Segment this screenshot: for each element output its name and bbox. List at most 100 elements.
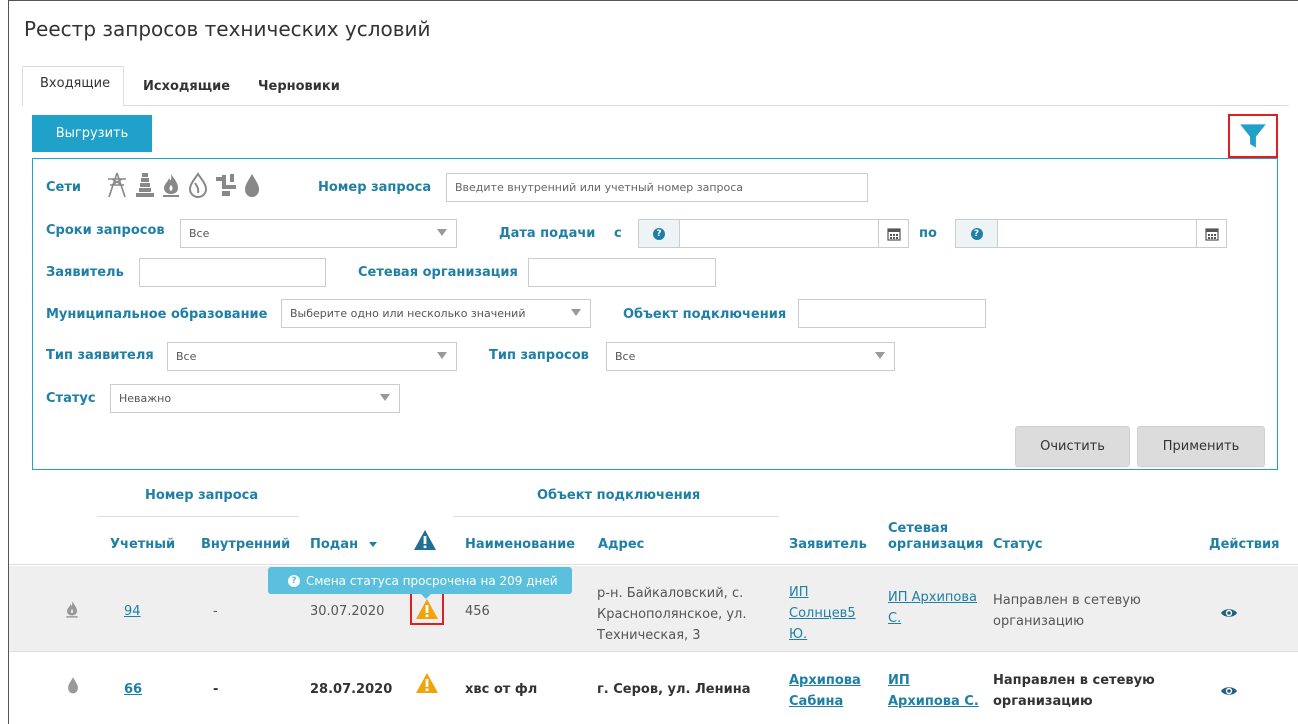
tab-incoming[interactable]: Входящие xyxy=(40,76,110,91)
applicant-type-value: Все xyxy=(176,350,197,363)
col-internal: Внутренний xyxy=(201,537,291,552)
col-address: Адрес xyxy=(598,537,645,552)
status-select[interactable]: Неважно xyxy=(110,384,400,413)
networks-label: Сети xyxy=(46,180,82,195)
help-icon: ? xyxy=(288,574,300,587)
network-org-link[interactable]: ИП Архипова С. xyxy=(888,587,977,629)
help-icon: ? xyxy=(970,227,983,240)
col-name: Наименование xyxy=(465,537,576,552)
header-divider xyxy=(453,516,779,517)
applicant-type-select[interactable]: Все xyxy=(167,342,457,371)
col-applicant: Заявитель xyxy=(789,537,867,552)
municipality-label: Муниципальное образование xyxy=(46,307,268,322)
request-internal: - xyxy=(213,604,218,619)
date-from-label: с xyxy=(614,226,622,241)
water-drop-icon[interactable] xyxy=(242,171,262,199)
object-input[interactable] xyxy=(798,299,986,328)
chevron-down-icon xyxy=(437,229,447,236)
col-network-org-line2: организация xyxy=(888,537,984,552)
gas-icon[interactable] xyxy=(160,171,182,199)
tab-drafts[interactable]: Черновики xyxy=(258,79,340,94)
date-to-input[interactable] xyxy=(997,219,1227,248)
col-submitted[interactable]: Подан xyxy=(310,537,377,552)
municipality-select[interactable]: Выберите одно или несколько значений xyxy=(281,299,591,328)
object-label: Объект подключения xyxy=(623,307,787,322)
request-submitted: 28.07.2020 xyxy=(310,682,393,697)
col-submitted-label: Подан xyxy=(310,537,359,552)
network-org-label: Сетевая организация xyxy=(358,265,518,280)
status-select-value: Неважно xyxy=(119,392,172,405)
water-supply-icon[interactable] xyxy=(186,171,210,199)
sewerage-icon[interactable] xyxy=(214,171,238,199)
chevron-down-icon xyxy=(437,352,447,359)
request-type-label: Тип запросов xyxy=(489,348,589,363)
object-address: р-н. Байкаловский, с. Краснополянское, у… xyxy=(597,586,747,643)
chevron-down-icon xyxy=(380,394,390,401)
object-name: хвс от фл xyxy=(465,682,538,697)
date-to-help[interactable]: ? xyxy=(955,219,998,248)
network-org-link[interactable]: ИП Архипова С. xyxy=(888,670,979,712)
deadlines-label: Сроки запросов xyxy=(46,223,165,238)
col-status: Статус xyxy=(993,537,1043,552)
request-number-input[interactable]: Введите внутренний или учетный номер зап… xyxy=(446,173,868,202)
filter-icon xyxy=(1240,124,1266,148)
applicant-type-label: Тип заявителя xyxy=(46,348,154,363)
header-group-request-number: Номер запроса xyxy=(145,488,259,503)
chevron-down-icon xyxy=(571,309,581,316)
col-actions: Действия xyxy=(1209,537,1280,552)
export-button[interactable]: Выгрузить xyxy=(32,115,152,152)
filter-toggle-button[interactable] xyxy=(1228,114,1278,158)
date-to-label: по xyxy=(919,226,937,241)
page-title: Реестр запросов технических условий xyxy=(24,17,431,41)
submit-date-label: Дата подачи xyxy=(499,226,596,241)
header-bottom-divider xyxy=(9,564,1298,565)
date-from-input[interactable] xyxy=(679,219,909,248)
status-filter-label: Статус xyxy=(46,391,96,406)
deadlines-value: Все xyxy=(189,227,210,240)
col-account: Учетный xyxy=(110,537,176,552)
chevron-down-icon xyxy=(875,352,885,359)
object-name: 456 xyxy=(465,604,490,619)
col-network-org-line1: Сетевая xyxy=(888,521,949,536)
header-divider xyxy=(97,516,299,517)
object-address: г. Серов, ул. Ленина xyxy=(597,682,751,697)
deadlines-select[interactable]: Все xyxy=(180,219,457,248)
request-type-value: Все xyxy=(615,350,636,363)
network-org-input[interactable] xyxy=(528,258,716,287)
warning-icon xyxy=(416,598,438,619)
clear-button[interactable]: Очистить xyxy=(1015,426,1130,467)
status-text: Направлен в сетевую организацию xyxy=(993,673,1155,709)
network-type-icons xyxy=(104,170,284,200)
sort-desc-icon xyxy=(368,542,377,547)
apply-button[interactable]: Применить xyxy=(1137,426,1265,467)
applicant-label: Заявитель xyxy=(46,265,124,280)
view-eye-icon[interactable] xyxy=(1220,683,1238,702)
request-account-link[interactable]: 66 xyxy=(124,682,142,697)
electricity-icon[interactable] xyxy=(104,171,130,199)
gas-icon xyxy=(64,599,80,623)
water-drop-icon xyxy=(66,675,80,699)
warning-header-icon xyxy=(413,529,437,555)
calendar-icon[interactable] xyxy=(1196,220,1226,247)
applicant-link[interactable]: ИП Солнцев5 Ю. xyxy=(789,582,856,645)
tooltip-arrow xyxy=(420,593,432,599)
heating-icon[interactable] xyxy=(134,171,156,199)
request-internal: - xyxy=(213,682,219,697)
overdue-tooltip: ? Смена статуса просрочена на 209 дней xyxy=(268,567,572,594)
request-submitted: 30.07.2020 xyxy=(310,604,385,619)
view-eye-icon[interactable] xyxy=(1220,605,1238,624)
applicant-link[interactable]: Архипова Сабина xyxy=(789,670,861,712)
date-from-help[interactable]: ? xyxy=(638,219,680,248)
request-number-label: Номер запроса xyxy=(318,180,432,195)
calendar-icon[interactable] xyxy=(878,220,908,247)
warning-icon[interactable] xyxy=(415,672,439,698)
request-type-select[interactable]: Все xyxy=(606,342,895,371)
applicant-input[interactable] xyxy=(139,258,326,287)
request-account-link[interactable]: 94 xyxy=(124,604,141,619)
municipality-placeholder: Выберите одно или несколько значений xyxy=(290,307,526,320)
help-icon: ? xyxy=(653,227,665,240)
tab-outgoing[interactable]: Исходящие xyxy=(143,79,230,94)
tooltip-text: Смена статуса просрочена на 209 дней xyxy=(306,573,558,588)
status-text: Направлен в сетевую организацию xyxy=(993,593,1141,629)
header-group-object: Объект подключения xyxy=(537,488,701,503)
